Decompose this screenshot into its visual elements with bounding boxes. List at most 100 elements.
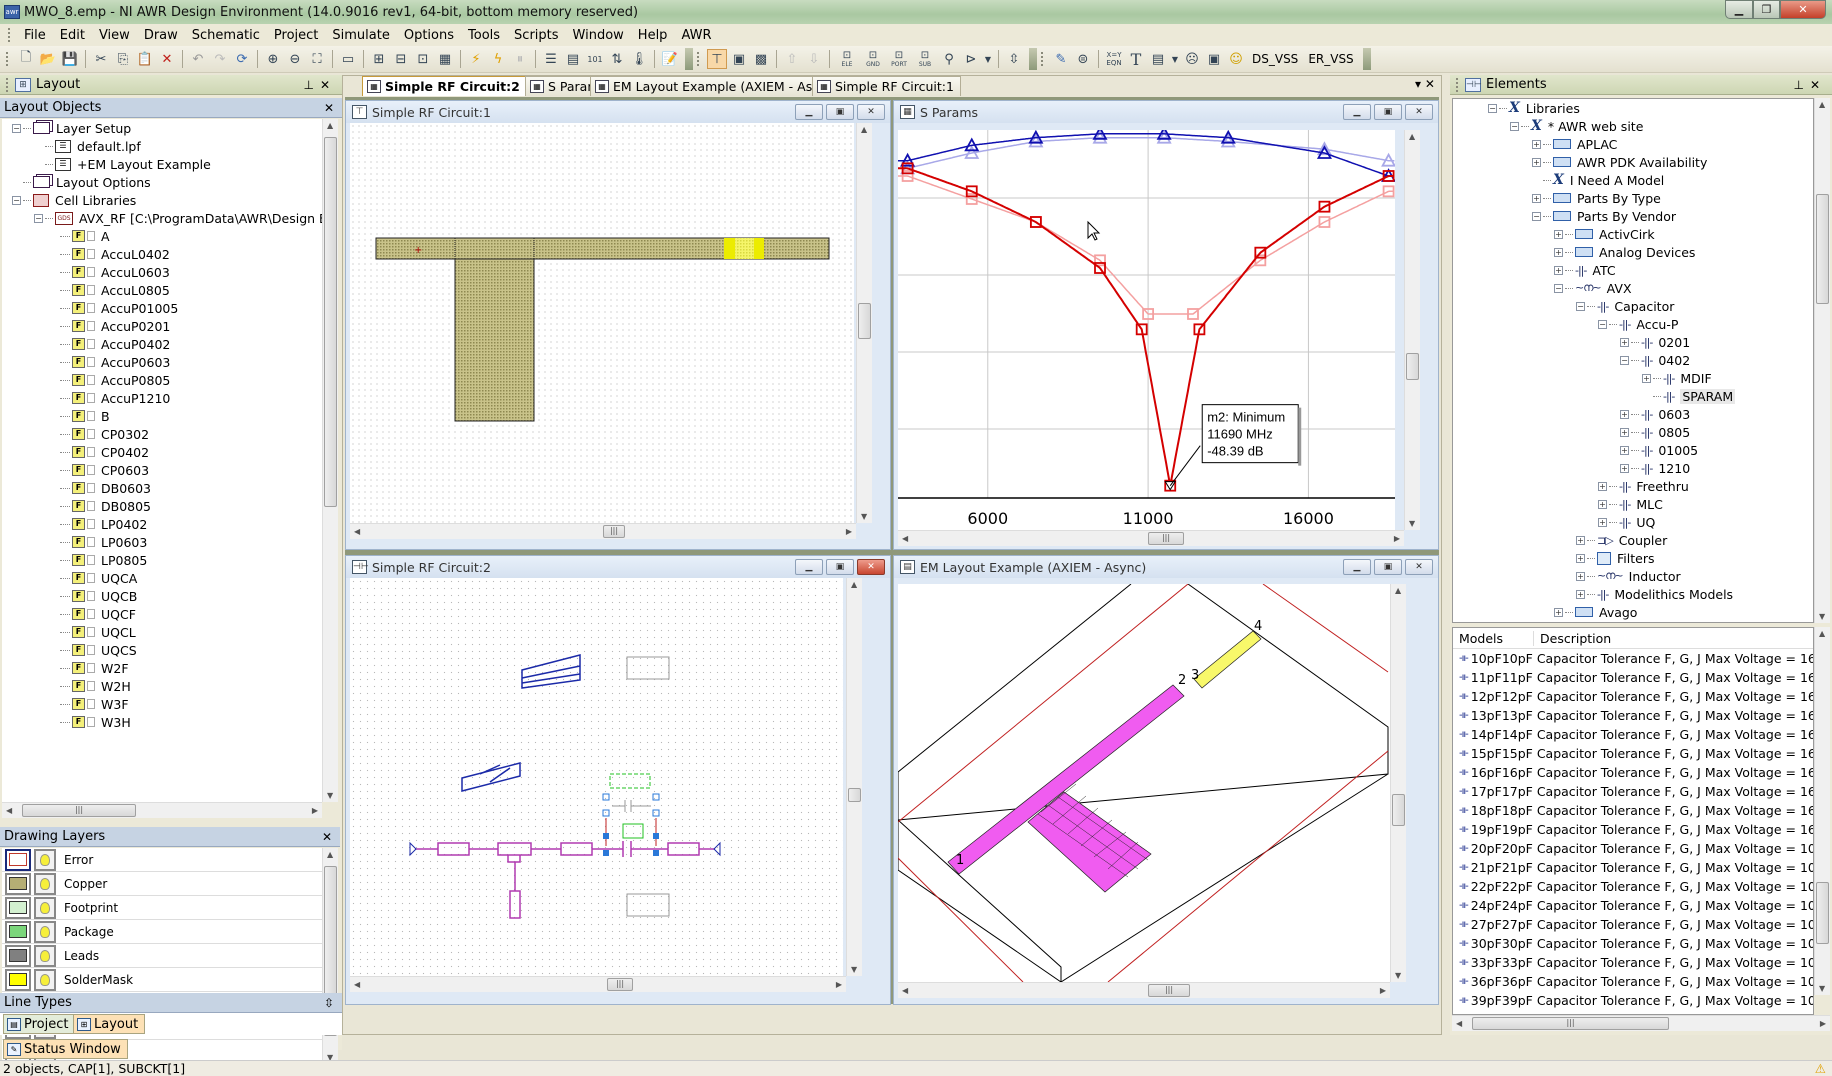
cell-item[interactable]: F W3F	[2, 695, 322, 713]
model-row[interactable]: -ıı- 13pF 13pF Capacitor Tolerance F, G, J…	[1453, 706, 1813, 725]
cell-item[interactable]: F AccuP01005	[2, 299, 322, 317]
doc-tab-2[interactable]: ▦ EM Layout Example (AXIEM - Async)	[590, 76, 847, 96]
close-button[interactable]: ✕	[857, 104, 885, 120]
doc-tabs-menu[interactable]: ▾ ✕	[1415, 77, 1435, 91]
save-button[interactable]: 💾	[60, 49, 80, 69]
model-row[interactable]: -ıı- 11pF 11pF Capacitor Tolerance F, G, J…	[1453, 668, 1813, 687]
element-tree-item[interactable]: + ActivCirk	[1453, 225, 1813, 243]
elements-tree-vscroll[interactable]: ▲ ▼	[1814, 98, 1830, 623]
wire-button[interactable]: ✎	[1051, 49, 1071, 69]
collapse-icon[interactable]: −	[1598, 319, 1607, 329]
graph-plot-area[interactable]: 6000 11000 16000 m2: Minimum 11690 MHz -48.39…	[898, 130, 1395, 530]
layer-row[interactable]: SolderMask	[2, 968, 322, 992]
cell-item[interactable]: F LP0402	[2, 515, 322, 533]
window-titlebar[interactable]: ⊤ Simple RF Circuit:1 ▁ ▣ ✕	[346, 101, 890, 123]
expand-icon[interactable]: +	[1620, 427, 1629, 437]
tree-item[interactable]: ☰ default.lpf	[2, 137, 322, 155]
element-tree-item[interactable]: + -||- 0603	[1453, 405, 1813, 423]
close-icon[interactable]: ✕	[320, 78, 336, 92]
element-tree-item[interactable]: + AWR PDK Availability	[1453, 153, 1813, 171]
menu-awr[interactable]: AWR	[674, 28, 718, 43]
capacitor-pad-right[interactable]	[754, 238, 764, 259]
tab-project[interactable]: ▤ Project	[3, 1014, 76, 1034]
undo-button[interactable]: ↶	[188, 49, 208, 69]
menu-window[interactable]: Window	[566, 28, 631, 43]
element-tree-item[interactable]: − -||- Accu-P	[1453, 315, 1813, 333]
maximize-button[interactable]: ▣	[1374, 104, 1402, 120]
variables-button[interactable]: ▤	[563, 49, 583, 69]
grid-button[interactable]: ▣	[1204, 49, 1224, 69]
description-column-header[interactable]: Description	[1533, 630, 1611, 646]
collapse-icon[interactable]: −	[1554, 283, 1563, 293]
expand-icon[interactable]: +	[1620, 445, 1629, 455]
toolbar-overflow-2[interactable]	[1029, 48, 1037, 70]
element-tree-item[interactable]: + ~ന~ Inductor	[1453, 567, 1813, 585]
cell-item[interactable]: F UQCF	[2, 605, 322, 623]
analyze-button[interactable]: ϟ	[488, 49, 508, 69]
collapse-icon[interactable]: −	[12, 123, 21, 133]
subckt-selection-box[interactable]	[609, 773, 651, 789]
cell-item[interactable]: F W2H	[2, 677, 322, 695]
minimize-button[interactable]: ▁	[795, 559, 823, 575]
cut-button[interactable]: ✂	[91, 49, 111, 69]
expand-icon[interactable]: +	[1642, 373, 1651, 383]
em-3d-view[interactable]: 4 2 3 1	[898, 584, 1390, 982]
window-vscroll[interactable]: ▲ ▼	[856, 123, 872, 523]
close-icon[interactable]: ✕	[1810, 78, 1826, 92]
add-schematic-button[interactable]: ⊞	[369, 49, 389, 69]
window-vscroll[interactable]: ▲ ▼	[846, 578, 862, 976]
expand-icon[interactable]: +	[1576, 535, 1585, 545]
em-capacitor-metal[interactable]	[1193, 630, 1262, 689]
simulate-button[interactable]: ⚡	[466, 49, 486, 69]
model-row[interactable]: -ıı- 15pF 15pF Capacitor Tolerance F, G, J…	[1453, 744, 1813, 763]
element-tree-item[interactable]: − -||- 0402	[1453, 351, 1813, 369]
model-row[interactable]: -ıı- 14pF 14pF Capacitor Tolerance F, G, J…	[1453, 725, 1813, 744]
equation-button[interactable]: X=Y EQN	[1104, 49, 1124, 69]
cell-item[interactable]: F UQCS	[2, 641, 322, 659]
cell-item[interactable]: F AccuP0603	[2, 353, 322, 371]
expand-icon[interactable]: +	[1598, 481, 1607, 491]
cap-selection-box[interactable]	[622, 823, 644, 839]
cell-item[interactable]: F AccuP0805	[2, 371, 322, 389]
layout-doc-button[interactable]: ▣	[729, 49, 749, 69]
model-row[interactable]: -ıı- 16pF 16pF Capacitor Tolerance F, G, J…	[1453, 763, 1813, 782]
model-row[interactable]: -ıı- 21pF 21pF Capacitor Tolerance F, G, J…	[1453, 858, 1813, 877]
model-row[interactable]: -ıı- 12pF 12pF Capacitor Tolerance F, G, J…	[1453, 687, 1813, 706]
model-row[interactable]: -ıı- 19pF 19pF Capacitor Tolerance F, G, J…	[1453, 820, 1813, 839]
element-tree-item[interactable]: + -||- 0201	[1453, 333, 1813, 351]
graph-hscroll[interactable]: ◀ ||| ▶	[898, 530, 1404, 546]
expand-icon[interactable]: +	[1576, 553, 1585, 563]
doc-tab-0[interactable]: ▦Simple RF Circuit:2✕	[362, 76, 544, 96]
model-row[interactable]: -ıı- 39pF 39pF Capacitor Tolerance F, G, J…	[1453, 991, 1813, 1010]
selection-handle[interactable]	[652, 793, 660, 801]
layer-swatch[interactable]	[5, 848, 31, 871]
cell-item[interactable]: F UQCL	[2, 623, 322, 641]
cell-item[interactable]: F W2F	[2, 659, 322, 677]
cell-item[interactable]: F W3H	[2, 713, 322, 731]
window-vscroll[interactable]: ▲ ▼	[1390, 584, 1406, 982]
selection-handle[interactable]	[602, 793, 610, 801]
layer-swatch[interactable]	[5, 944, 31, 967]
expand-icon[interactable]: +	[1598, 517, 1607, 527]
new-button[interactable]: 🗋	[16, 49, 36, 69]
pin-icon[interactable]: ⊥	[303, 78, 319, 92]
layer-row[interactable]: Leads	[2, 944, 322, 968]
visibility-bulb-icon[interactable]	[34, 896, 56, 919]
model-row[interactable]: -ıı- 27pF 27pF Capacitor Tolerance F, G, J…	[1453, 915, 1813, 934]
minimize-button[interactable]: ▁	[795, 104, 823, 120]
cell-item[interactable]: F UQCA	[2, 569, 322, 587]
restore-button[interactable]: ❐	[1753, 0, 1780, 19]
layer-row[interactable]: Package	[2, 920, 322, 944]
layer-swatch[interactable]	[5, 968, 31, 991]
minimize-button[interactable]: ▁	[1343, 559, 1371, 575]
expand-icon[interactable]: +	[1554, 265, 1563, 275]
close-button[interactable]: ✕	[1405, 559, 1433, 575]
zoom-out-button[interactable]: ⊖	[285, 49, 305, 69]
expand-icon[interactable]: +	[1620, 337, 1629, 347]
visibility-bulb-icon[interactable]	[34, 920, 56, 943]
tree-item[interactable]: ☰ +EM Layout Example	[2, 155, 322, 173]
bus-button[interactable]: ⊜	[1073, 49, 1093, 69]
element-tree-item[interactable]: + -||- 0805	[1453, 423, 1813, 441]
cell-item[interactable]: FA	[2, 227, 322, 245]
menu-edit[interactable]: Edit	[53, 28, 92, 43]
